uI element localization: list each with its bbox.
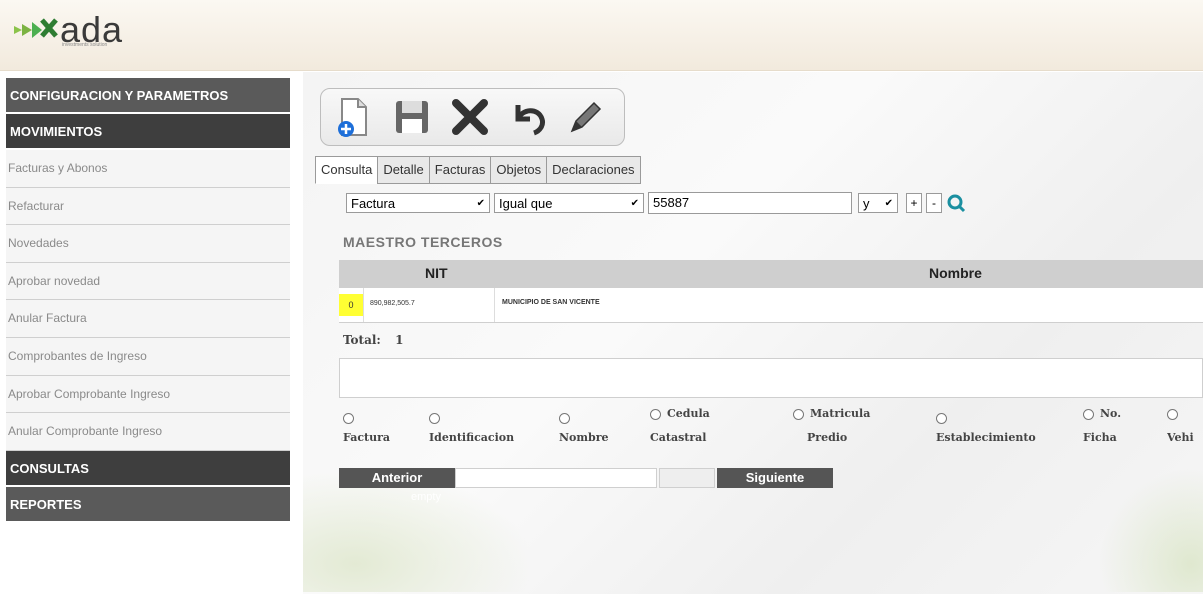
- radio-label: Identificacion: [429, 431, 515, 444]
- operator-select-value: Igual que: [499, 195, 553, 211]
- sidebar-item-anular-factura[interactable]: Anular Factura: [6, 300, 290, 338]
- radio-matricula-predio[interactable]: Matricula Predio: [793, 404, 870, 448]
- radio-circle-icon: [1083, 408, 1094, 420]
- next-button[interactable]: Siguiente: [717, 468, 833, 488]
- save-icon: [396, 101, 428, 133]
- previous-button[interactable]: Anterior: [339, 468, 455, 488]
- row-index[interactable]: 0: [339, 294, 363, 316]
- logo-tagline: investments solution: [62, 42, 108, 48]
- sidebar-item-anular-comprobante[interactable]: Anular Comprobante Ingreso: [6, 413, 290, 451]
- background-decoration: [1083, 452, 1203, 592]
- chevron-down-icon: ✔: [630, 197, 639, 209]
- search-type-options: Factura Identificacion Nombre Cedula Cat…: [303, 402, 1203, 462]
- add-condition-button[interactable]: +: [906, 193, 922, 213]
- chevron-down-icon: ✔: [884, 197, 893, 209]
- new-document-icon: [338, 98, 367, 137]
- radio-identificacion[interactable]: Identificacion: [429, 408, 514, 448]
- column-divider: [363, 288, 364, 322]
- radio-establecimiento[interactable]: Establecimiento: [936, 408, 1036, 448]
- chevron-down-icon: ✔: [476, 197, 485, 209]
- radio-label: Catastral: [650, 431, 707, 444]
- filter-bar: Factura ✔ Igual que ✔ 55887 y ✔ + -: [346, 192, 966, 214]
- radio-circle-icon: [1167, 408, 1178, 420]
- total-label: Total:: [343, 333, 381, 347]
- radio-vehiculo[interactable]: Vehi: [1167, 404, 1203, 448]
- radio-label-line1: No.: [1100, 407, 1122, 420]
- new-document-button[interactable]: [329, 94, 379, 140]
- radio-label: Establecimiento: [936, 431, 1036, 444]
- radio-circle-icon: [429, 412, 440, 424]
- undo-button[interactable]: [503, 94, 553, 140]
- toolbar: [320, 88, 625, 146]
- radio-label-line1: Cedula: [667, 407, 710, 420]
- radio-no-ficha[interactable]: No. Ficha: [1083, 404, 1121, 448]
- tab-declaraciones[interactable]: Declaraciones: [546, 156, 641, 184]
- radio-label: Ficha: [1083, 431, 1117, 444]
- total-value: 1: [395, 333, 404, 347]
- logic-select[interactable]: y ✔: [858, 193, 898, 213]
- delete-icon: [452, 99, 488, 135]
- main-content: Consulta Detalle Facturas Objetos Declar…: [303, 72, 1203, 594]
- page-count-field: [659, 468, 715, 488]
- page-input[interactable]: [455, 468, 657, 488]
- edit-button[interactable]: [561, 94, 611, 140]
- remove-condition-button[interactable]: -: [926, 193, 942, 213]
- tab-facturas[interactable]: Facturas: [428, 156, 491, 184]
- logo-text: ada: [60, 9, 124, 50]
- radio-nombre[interactable]: Nombre: [559, 408, 609, 448]
- grid-header: NIT Nombre: [339, 260, 1203, 288]
- sidebar-item-aprobar-comprobante[interactable]: Aprobar Comprobante Ingreso: [6, 375, 290, 414]
- logo-mark-icon: [12, 14, 58, 46]
- tab-detalle[interactable]: Detalle: [377, 156, 429, 184]
- sidebar-section-reportes[interactable]: REPORTES: [6, 486, 290, 523]
- sidebar-section-movimientos[interactable]: MOVIMIENTOS: [6, 114, 290, 150]
- sidebar-item-comprobantes-ingreso[interactable]: Comprobantes de Ingreso: [6, 337, 290, 376]
- sidebar-section-consultas[interactable]: CONSULTAS: [6, 450, 290, 487]
- search-results-box: [339, 358, 1203, 398]
- cell-nit: 890,982,505.7: [370, 300, 415, 307]
- column-header-nombre[interactable]: Nombre: [929, 265, 982, 281]
- operator-select[interactable]: Igual que ✔: [494, 193, 644, 213]
- pager: Anterior Siguiente: [339, 468, 833, 488]
- empty-label: empty: [411, 491, 441, 503]
- tab-consulta[interactable]: Consulta: [315, 156, 378, 184]
- sidebar: CONFIGURACION Y PARAMETROS MOVIMIENTOS F…: [6, 78, 290, 523]
- table-row[interactable]: 0 890,982,505.7 MUNICIPIO DE SAN VICENTE: [339, 288, 1203, 323]
- edit-pencil-icon: [570, 101, 602, 133]
- tab-bar: Consulta Detalle Facturas Objetos Declar…: [315, 156, 641, 184]
- column-divider: [494, 288, 495, 322]
- sidebar-item-refacturar[interactable]: Refacturar: [6, 187, 290, 226]
- radio-label: Factura: [343, 431, 391, 444]
- sidebar-section-configuracion[interactable]: CONFIGURACION Y PARAMETROS: [6, 78, 290, 114]
- radio-label: Nombre: [559, 431, 609, 444]
- radio-circle-icon: [559, 412, 570, 424]
- radio-factura[interactable]: Factura: [343, 408, 390, 448]
- radio-circle-icon: [650, 408, 661, 420]
- radio-cedula-catastral[interactable]: Cedula Catastral: [650, 404, 710, 448]
- filter-value-input[interactable]: 55887: [648, 192, 852, 214]
- search-icon[interactable]: [946, 193, 966, 213]
- sidebar-item-facturas-abonos[interactable]: Facturas y Abonos: [6, 150, 290, 188]
- radio-circle-icon: [343, 412, 354, 424]
- sidebar-item-novedades[interactable]: Novedades: [6, 225, 290, 263]
- sidebar-item-aprobar-novedad[interactable]: Aprobar novedad: [6, 262, 290, 301]
- radio-label-line1: Matricula: [810, 407, 871, 420]
- tab-objetos[interactable]: Objetos: [490, 156, 547, 184]
- logic-select-value: y: [863, 195, 870, 211]
- field-select[interactable]: Factura ✔: [346, 193, 490, 213]
- radio-circle-icon: [793, 408, 804, 420]
- undo-icon: [515, 105, 545, 136]
- total-count: Total: 1: [343, 333, 403, 347]
- radio-label: Vehi: [1167, 431, 1194, 444]
- save-button[interactable]: [387, 94, 437, 140]
- field-select-value: Factura: [351, 195, 396, 211]
- cell-nombre: MUNICIPIO DE SAN VICENTE: [502, 299, 600, 306]
- section-title: MAESTRO TERCEROS: [343, 234, 503, 250]
- radio-circle-icon: [936, 412, 947, 424]
- column-header-nit[interactable]: NIT: [425, 265, 448, 281]
- radio-label: Predio: [807, 431, 848, 444]
- delete-button[interactable]: [445, 94, 495, 140]
- app-header: ada investments solution: [0, 0, 1203, 71]
